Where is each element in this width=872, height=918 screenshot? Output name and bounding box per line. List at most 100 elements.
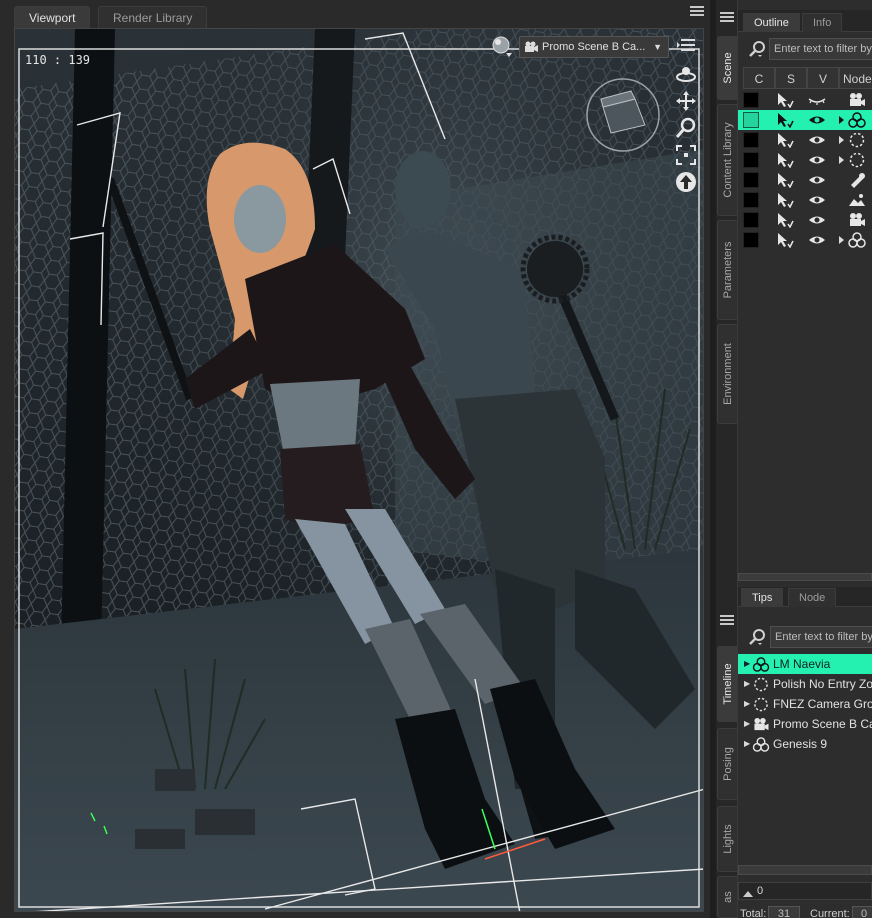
reset-view-icon[interactable] — [675, 171, 697, 193]
color-swatch[interactable] — [743, 212, 759, 228]
tab-as[interactable]: as — [717, 876, 737, 918]
tab-render-library[interactable]: Render Library — [98, 6, 208, 28]
eye-icon[interactable] — [808, 172, 826, 188]
color-swatch[interactable] — [743, 92, 759, 108]
tab-tips[interactable]: Tips — [741, 588, 784, 607]
group-icon — [849, 132, 865, 148]
expand-arrow-icon[interactable]: ▶ — [744, 654, 750, 674]
column-header-node[interactable]: Node — [839, 67, 872, 89]
tab-outline[interactable]: Outline — [743, 13, 800, 32]
eye-icon[interactable] — [808, 192, 826, 208]
tab-posing[interactable]: Posing — [717, 728, 737, 800]
camera-select[interactable]: Promo Scene B Ca... ▼ — [519, 36, 669, 58]
eye-icon[interactable] — [808, 132, 826, 148]
view-cube[interactable] — [585, 77, 661, 153]
outline-row[interactable] — [738, 90, 872, 110]
column-header-s[interactable]: S — [775, 67, 807, 89]
timeline-filter-input[interactable]: Enter text to filter by... — [770, 626, 872, 648]
timeline-item-lm-naevia[interactable]: ▶ LM Naevia — [738, 654, 872, 674]
camera-icon — [850, 213, 865, 226]
timeline-item-polish-no-entry[interactable]: ▶ Polish No Entry Zo — [738, 674, 872, 694]
expand-arrow-icon[interactable] — [838, 232, 846, 248]
outline-row[interactable] — [738, 230, 872, 250]
timeline-item-label: FNEZ Camera Grou — [773, 697, 872, 711]
eye-icon[interactable] — [808, 232, 826, 248]
tab-info[interactable]: Info — [802, 13, 843, 32]
tab-scene[interactable]: Scene — [717, 36, 737, 100]
orbit-icon[interactable] — [675, 63, 697, 85]
timeline-item-label: Promo Scene B Ca — [773, 717, 872, 731]
timeline-item-promo-scene-camera[interactable]: ▶ Promo Scene B Ca — [738, 714, 872, 734]
group-icon — [754, 697, 768, 712]
select-cursor-icon[interactable] — [776, 92, 794, 108]
expand-arrow-icon[interactable] — [838, 112, 846, 128]
coord-readout: 110 : 139 — [25, 53, 91, 67]
eye-icon[interactable] — [808, 112, 826, 128]
color-swatch[interactable] — [743, 172, 759, 188]
group-icon — [754, 677, 768, 692]
tab-viewport[interactable]: Viewport — [14, 6, 91, 28]
eye-icon[interactable] — [808, 212, 826, 228]
expand-arrow-icon[interactable]: ▶ — [744, 714, 750, 734]
select-cursor-icon[interactable] — [776, 232, 794, 248]
select-cursor-icon[interactable] — [776, 192, 794, 208]
tab-lights[interactable]: Lights — [717, 806, 737, 872]
timeline-scrollbar[interactable] — [738, 865, 872, 875]
scene-panel: Outline Info Enter text to filter by... … — [738, 10, 872, 581]
outline-row[interactable] — [738, 210, 872, 230]
tab-environment[interactable]: Environment — [717, 324, 737, 424]
horizontal-scrollbar[interactable] — [738, 573, 872, 581]
expand-arrow-icon[interactable]: ▶ — [744, 694, 750, 714]
total-field[interactable]: 31 — [768, 906, 800, 918]
outline-row[interactable] — [738, 150, 872, 170]
tab-node[interactable]: Node — [788, 588, 837, 607]
current-field[interactable]: 0 — [852, 906, 872, 918]
pan-icon[interactable] — [675, 90, 697, 112]
expand-arrow-icon[interactable]: ▶ — [744, 734, 750, 754]
timeline-item-genesis-9[interactable]: ▶ Genesis 9 — [738, 734, 872, 754]
eye-closed-icon[interactable] — [808, 92, 826, 108]
outline-row[interactable] — [738, 110, 872, 130]
panel-menu-icon-2[interactable] — [720, 615, 734, 627]
outline-row[interactable] — [738, 170, 872, 190]
camera-select-value: Promo Scene B Ca... — [542, 41, 646, 53]
scene-panel-tabs: Outline Info — [738, 10, 872, 32]
color-swatch[interactable] — [743, 132, 759, 148]
color-swatch[interactable] — [743, 232, 759, 248]
pane-menu-icon[interactable] — [690, 6, 704, 18]
timeline-item-fnez-camera-group[interactable]: ▶ FNEZ Camera Grou — [738, 694, 872, 714]
3d-viewport[interactable]: 110 : 139 Promo Scene B Ca... ▼ — [14, 28, 704, 912]
draw-style-sphere-icon[interactable] — [491, 35, 513, 57]
frame-field[interactable]: 0 — [738, 882, 872, 900]
expand-arrow-icon[interactable]: ▶ — [744, 674, 750, 694]
eye-icon[interactable] — [808, 152, 826, 168]
search-icon[interactable] — [748, 628, 766, 646]
viewport-menu-icon[interactable] — [677, 39, 695, 53]
color-swatch[interactable] — [743, 192, 759, 208]
viewport-tabbar: Viewport Render Library — [0, 0, 710, 28]
color-swatch[interactable] — [743, 152, 759, 168]
search-icon[interactable] — [748, 40, 766, 58]
color-swatch[interactable] — [743, 112, 759, 128]
select-cursor-icon[interactable] — [776, 112, 794, 128]
panel-menu-icon[interactable] — [720, 12, 734, 24]
tab-timeline[interactable]: Timeline — [717, 646, 737, 722]
expand-arrow-icon[interactable] — [838, 152, 846, 168]
select-cursor-icon[interactable] — [776, 212, 794, 228]
select-cursor-icon[interactable] — [776, 172, 794, 188]
tab-parameters[interactable]: Parameters — [717, 220, 737, 320]
column-header-c[interactable]: C — [743, 67, 775, 89]
zoom-icon[interactable] — [675, 117, 697, 139]
scene-filter-input[interactable]: Enter text to filter by... — [769, 38, 872, 60]
figure-icon — [752, 737, 770, 752]
expand-arrow-icon[interactable] — [838, 132, 846, 148]
select-cursor-icon[interactable] — [776, 152, 794, 168]
outline-row[interactable] — [738, 130, 872, 150]
frame-icon[interactable] — [675, 144, 697, 166]
column-header-v[interactable]: V — [807, 67, 839, 89]
timeline-item-label: LM Naevia — [773, 657, 831, 671]
select-cursor-icon[interactable] — [776, 132, 794, 148]
outline-list — [738, 90, 872, 250]
tab-content-library[interactable]: Content Library — [717, 104, 737, 216]
outline-row[interactable] — [738, 190, 872, 210]
